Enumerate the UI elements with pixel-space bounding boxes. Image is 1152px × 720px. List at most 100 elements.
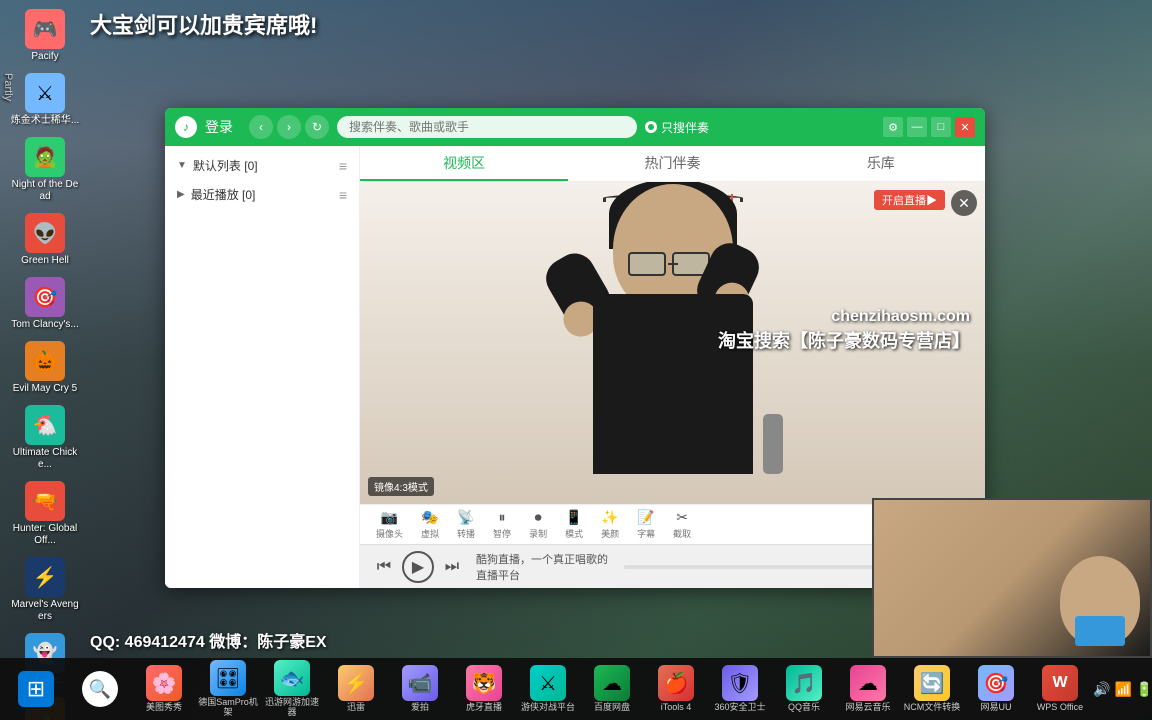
qq-music-label: QQ音乐 <box>788 703 820 713</box>
taskbar-aipai[interactable]: 📹 爱拍 <box>389 660 451 718</box>
search-input[interactable] <box>337 116 637 138</box>
taskbar-search[interactable]: 🔍 <box>69 660 131 718</box>
pause-button[interactable]: ⏸ 智停 <box>487 507 517 542</box>
record-button[interactable]: ⏺ 录制 <box>523 507 553 542</box>
only-accompaniment-label: 只搜伴奏 <box>661 119 709 136</box>
youxia-icon: ⚔ <box>530 665 566 701</box>
nav-forward-button[interactable]: › <box>277 115 301 139</box>
xunyu-label: 迅游网游加速器 <box>261 698 323 718</box>
taskbar-sampro[interactable]: 🎛 德国SamPro机架 <box>197 660 259 718</box>
beauty-label: 美颜 <box>601 527 619 540</box>
subtitle-icon: 📝 <box>637 509 654 526</box>
tom-icon: 🎯 <box>25 277 65 317</box>
taskbar-wps[interactable]: W WPS Office <box>1029 660 1091 718</box>
night-icon: 🧟 <box>25 137 65 177</box>
chicken-icon: 🐔 <box>25 405 65 445</box>
live-start-button[interactable]: 开启直播▶ <box>874 190 945 210</box>
taskbar: ⊞ 🔍 🌸 美图秀秀 🎛 德国SamPro机架 🐟 迅游网游加速器 ⚡ 迅雷 📹… <box>0 658 1152 720</box>
desktop-icon-hunter[interactable]: 🔫 Hunter: Global Off... <box>5 477 85 551</box>
mode-icon: 📱 <box>565 509 582 526</box>
login-text[interactable]: 登录 <box>205 117 233 137</box>
baidu-label: 百度网盘 <box>594 703 630 713</box>
taskbar-ncm[interactable]: 🔄 NCM文件转换 <box>901 660 963 718</box>
menu-icon-2: ≡ <box>339 187 347 203</box>
settings-button[interactable]: ⚙ <box>883 117 903 137</box>
tab-library[interactable]: 乐库 <box>777 146 985 181</box>
taskbar-itools[interactable]: 🍎 iTools 4 <box>645 660 707 718</box>
desktop-icon-gold[interactable]: ⚔ 炼金术士稀华... <box>5 69 85 131</box>
desktop-icon-avenger[interactable]: ⚡ Marvel's Avengers <box>5 553 85 627</box>
360-icon: 🛡 <box>722 665 758 701</box>
huya-icon: 🐯 <box>466 665 502 701</box>
desktop-icon-evil[interactable]: 🎃 Evil May Cry 5 <box>5 337 85 399</box>
wps-label: WPS Office <box>1037 703 1083 713</box>
gold-label: 炼金术士稀华... <box>11 115 79 127</box>
prev-button[interactable]: ⏮ <box>370 553 398 581</box>
taskbar-start[interactable]: ⊞ <box>5 660 67 718</box>
night-label: Night of the Dead <box>9 179 81 203</box>
virtual-button[interactable]: 🎭 虚拟 <box>415 507 445 542</box>
play-pause-button[interactable]: ▶ <box>402 551 434 583</box>
relay-button[interactable]: 📡 转播 <box>451 507 481 542</box>
tab-popular[interactable]: 热门伴奏 <box>568 146 776 181</box>
tray-volume[interactable]: 🔊 <box>1093 681 1110 698</box>
progress-bar[interactable] <box>624 565 901 569</box>
tab-video[interactable]: 视频区 <box>360 146 568 181</box>
nav-refresh-button[interactable]: ↻ <box>305 115 329 139</box>
desktop-icon-tom[interactable]: 🎯 Tom Clancy's... <box>5 273 85 335</box>
live-button-area: 开启直播▶ <box>874 190 945 214</box>
taskbar-thunder[interactable]: ⚡ 迅雷 <box>325 660 387 718</box>
maximize-button[interactable]: □ <box>931 117 951 137</box>
system-tray: 🔊 📶 🔋 14:32 2020 <box>1093 676 1152 702</box>
itools-label: iTools 4 <box>661 703 692 713</box>
taskbar-baidu[interactable]: ☁ 百度网盘 <box>581 660 643 718</box>
camera-button[interactable]: 📷 摄像头 <box>370 507 409 542</box>
ncm-icon: 🔄 <box>914 665 950 701</box>
desktop-icon-night[interactable]: 🧟 Night of the Dead <box>5 133 85 207</box>
close-button[interactable]: ✕ <box>955 117 975 137</box>
nav-back-button[interactable]: ‹ <box>249 115 273 139</box>
baidu-icon: ☁ <box>594 665 630 701</box>
tray-battery[interactable]: 🔋 <box>1136 681 1152 698</box>
minimize-button[interactable]: — <box>907 117 927 137</box>
mode-button[interactable]: 📱 模式 <box>559 507 589 542</box>
virtual-label: 虚拟 <box>421 527 439 540</box>
desktop-icon-chicken[interactable]: 🐔 Ultimate Chicke... <box>5 401 85 475</box>
camera-icon: 📷 <box>381 509 398 526</box>
sidebar-recent-play[interactable]: ▶ 最近播放 [0] ≡ <box>165 180 359 209</box>
beauty-button[interactable]: ✨ 美颜 <box>595 507 625 542</box>
taskbar-uu[interactable]: 🎯 网易UU <box>965 660 1027 718</box>
thunder-label: 迅雷 <box>347 703 365 713</box>
tray-network[interactable]: 📶 <box>1114 681 1131 698</box>
taskbar-youxia[interactable]: ⚔ 游侠对战平台 <box>517 660 579 718</box>
subtitle-button[interactable]: 📝 字幕 <box>631 507 661 542</box>
microphone <box>763 414 783 474</box>
taskbar-meitu[interactable]: 🌸 美图秀秀 <box>133 660 195 718</box>
close-video-button[interactable]: ✕ <box>951 190 977 216</box>
taskbar-360[interactable]: 🛡 360安全卫士 <box>709 660 771 718</box>
desktop-icon-facify[interactable]: 🎮 Pacify <box>5 5 85 67</box>
next-button[interactable]: ⏭ <box>438 553 466 581</box>
top-announcement: 大宝剑可以加贵宾席哦! <box>90 8 317 40</box>
taskbar-xunyu[interactable]: 🐟 迅游网游加速器 <box>261 660 323 718</box>
subtitle-label: 字幕 <box>637 527 655 540</box>
desktop-icon-green[interactable]: 👽 Green Hell <box>5 209 85 271</box>
360-label: 360安全卫士 <box>714 703 765 713</box>
taskbar-huya[interactable]: 🐯 虎牙直播 <box>453 660 515 718</box>
taskbar-netease[interactable]: ☁ 网易云音乐 <box>837 660 899 718</box>
taskbar-qq-music[interactable]: 🎵 QQ音乐 <box>773 660 835 718</box>
mode-label: 模式 <box>565 527 583 540</box>
small-cam-content <box>874 500 1150 656</box>
tom-label: Tom Clancy's... <box>11 319 78 331</box>
only-accompaniment-toggle[interactable]: 只搜伴奏 <box>645 119 709 136</box>
record-label: 录制 <box>529 527 547 540</box>
start-icon: ⊞ <box>18 671 54 707</box>
aipai-label: 爱拍 <box>411 703 429 713</box>
sidebar-default-list[interactable]: ▼ 默认列表 [0] ≡ <box>165 151 359 180</box>
app-body: ▼ 默认列表 [0] ≡ ▶ 最近播放 [0] ≡ 视频区 <box>165 146 985 588</box>
watermark-shop: 淘宝搜索【陈子豪数码专营店】 <box>718 329 970 354</box>
gold-icon: ⚔ <box>25 73 65 113</box>
capture-button[interactable]: ✂ 截取 <box>667 507 697 542</box>
menu-icon-1: ≡ <box>339 158 347 174</box>
app-logo: ♪ <box>175 116 197 138</box>
